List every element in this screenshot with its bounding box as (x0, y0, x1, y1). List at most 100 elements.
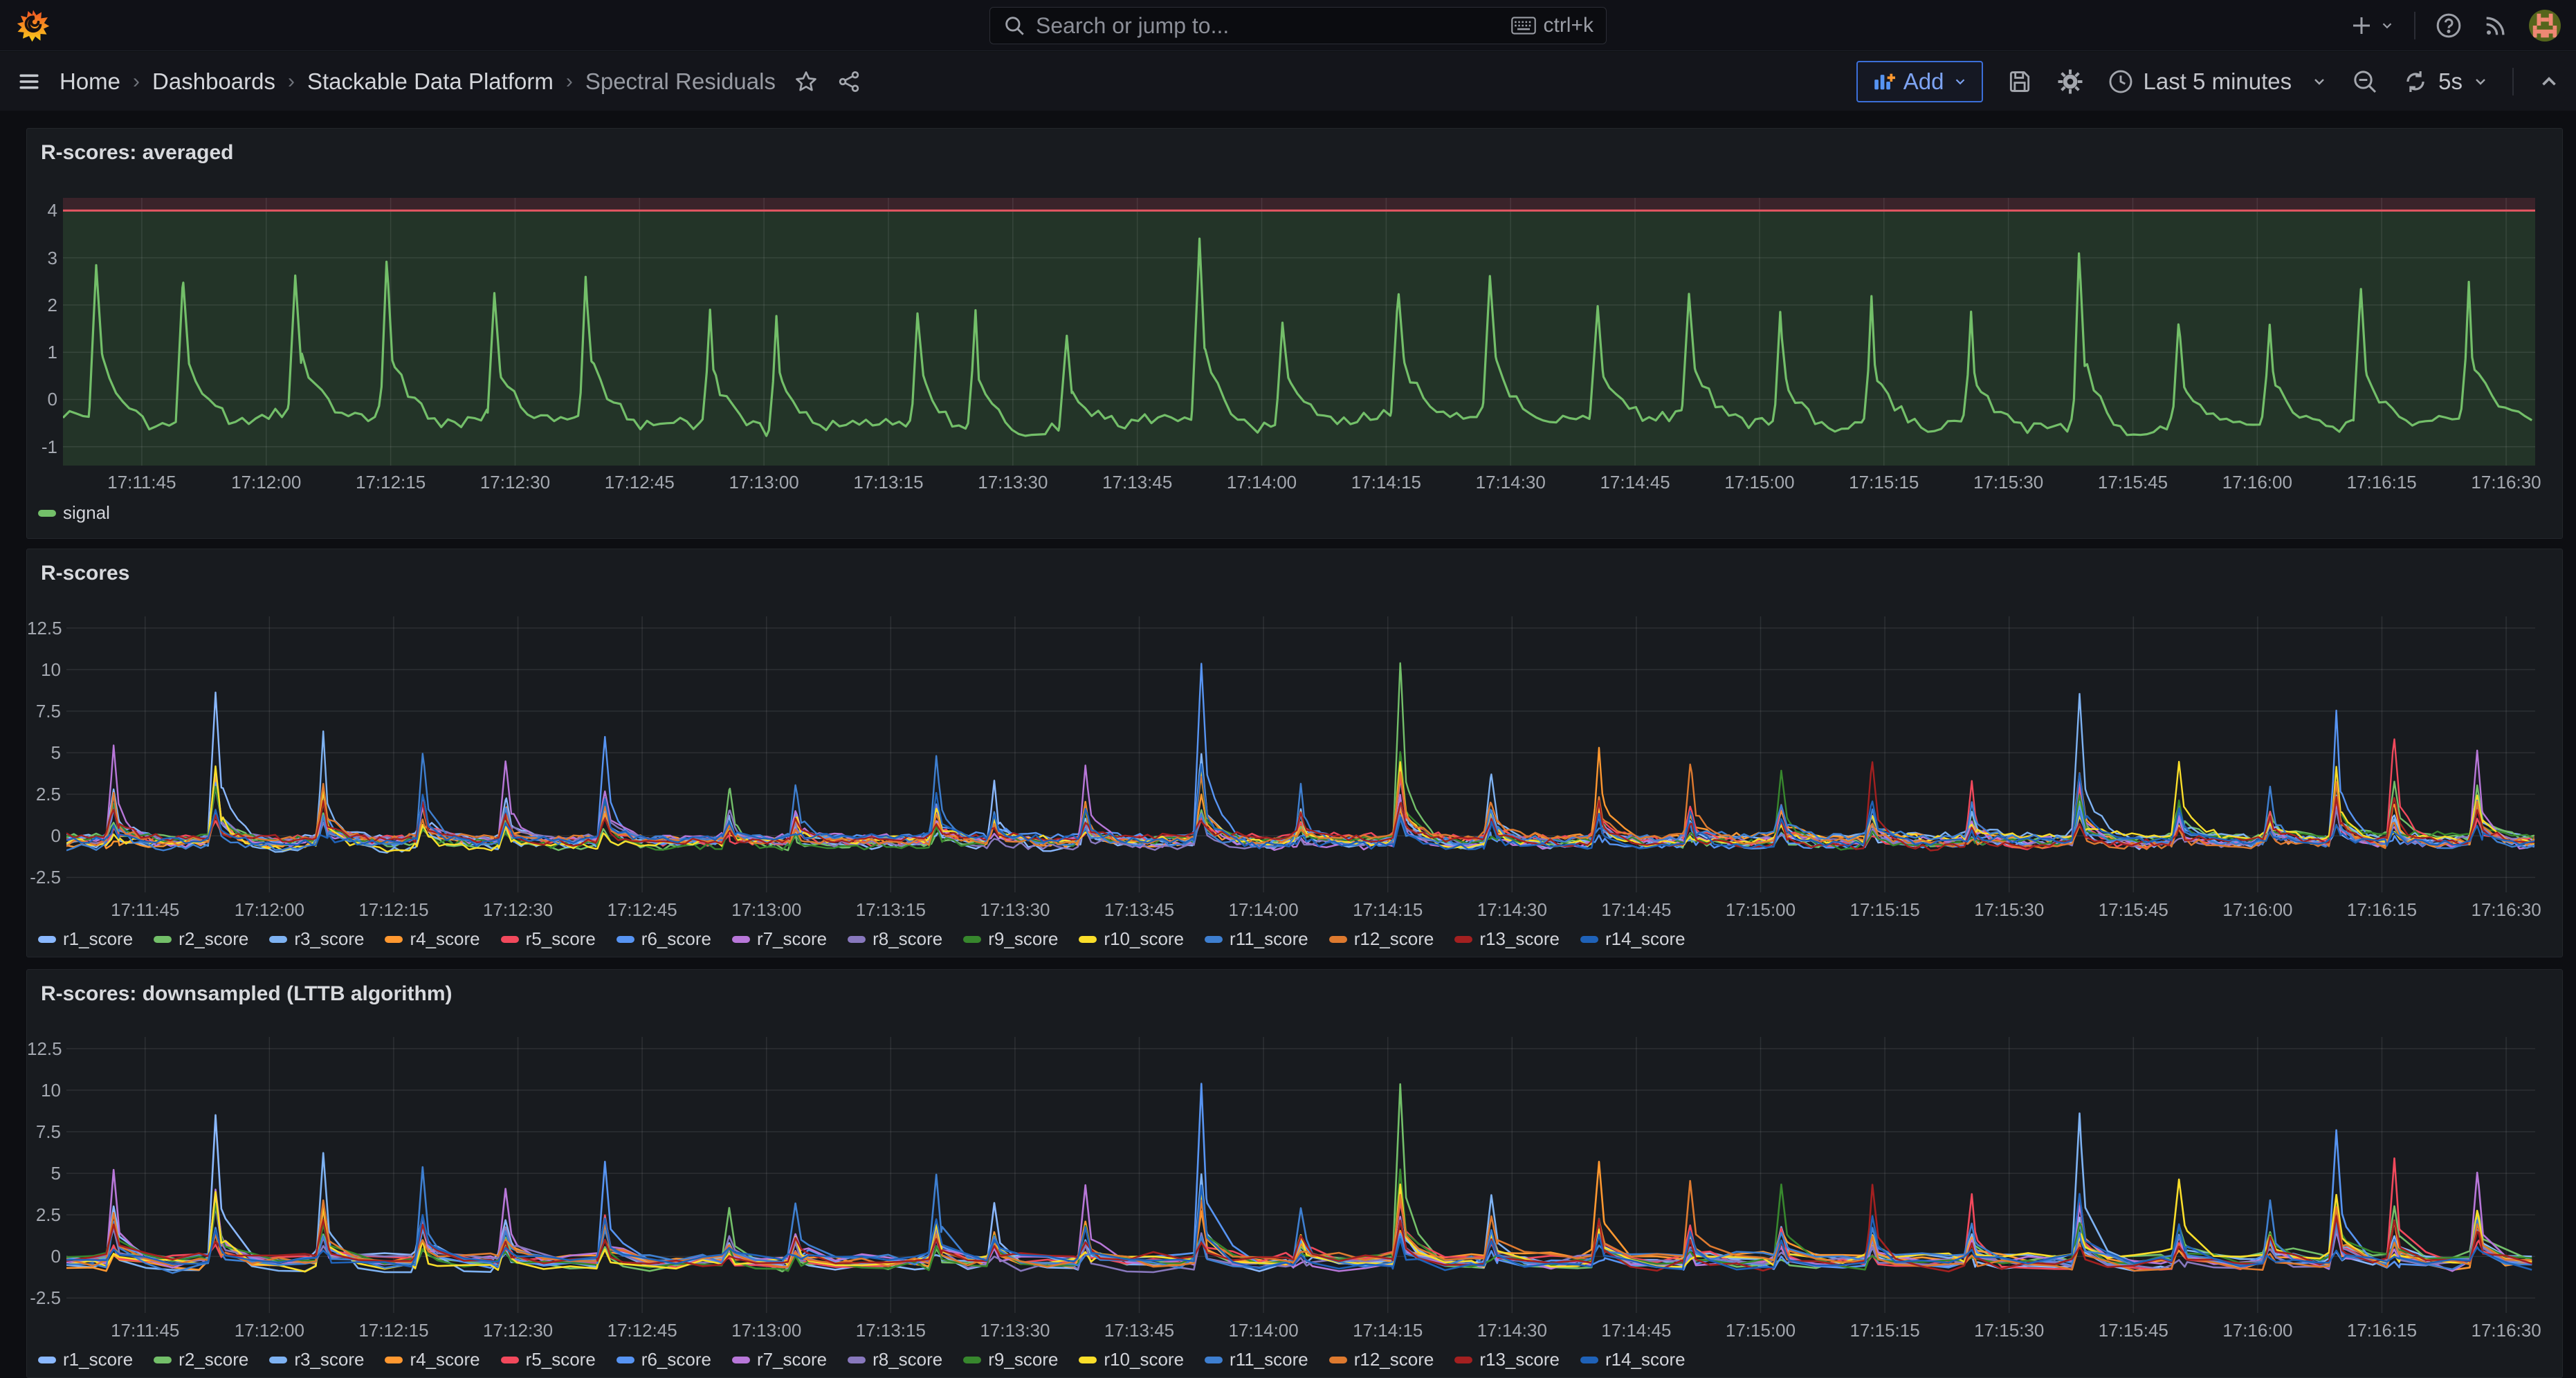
legend-item-r9_score[interactable]: r9_score (963, 928, 1058, 950)
search-input[interactable] (1036, 13, 1501, 39)
legend-label: r4_score (410, 928, 479, 950)
legend-item-r7_score[interactable]: r7_score (732, 928, 827, 950)
legend-item-r7_score[interactable]: r7_score (732, 1349, 827, 1370)
chart-plot-area[interactable] (66, 1037, 2535, 1313)
time-range-picker[interactable]: Last 5 minutes (2108, 68, 2328, 95)
panel-r-scores-averaged[interactable]: R-scores: averaged 43210-1 17:11:4517:12… (26, 128, 2563, 539)
panel-title[interactable]: R-scores (41, 562, 129, 585)
breadcrumb-item[interactable]: Stackable Data Platform (307, 68, 554, 95)
legend-item-r5_score[interactable]: r5_score (501, 928, 596, 950)
legend-item-r10_score[interactable]: r10_score (1079, 1349, 1184, 1370)
legend-item-r13_score[interactable]: r13_score (1454, 1349, 1560, 1370)
legend-item-r12_score[interactable]: r12_score (1329, 928, 1434, 950)
legend-item-r4_score[interactable]: r4_score (385, 1349, 479, 1370)
y-axis: 43210-1 (27, 198, 57, 466)
chart-plot-area[interactable] (66, 616, 2535, 892)
legend-item-r6_score[interactable]: r6_score (616, 928, 711, 950)
help-icon[interactable] (2435, 12, 2463, 39)
grafana-logo-icon[interactable] (17, 9, 50, 42)
legend-swatch (269, 1357, 287, 1363)
series-r14_score (66, 1186, 2532, 1271)
x-tick-label: 17:12:00 (235, 899, 304, 921)
legend-swatch (1079, 1357, 1097, 1363)
legend-item-r8_score[interactable]: r8_score (848, 1349, 942, 1370)
x-tick-label: 17:14:15 (1353, 1320, 1423, 1341)
legend-item-r11_score[interactable]: r11_score (1205, 928, 1308, 950)
legend-item-r4_score[interactable]: r4_score (385, 928, 479, 950)
legend-item-r8_score[interactable]: r8_score (848, 928, 942, 950)
legend-item-signal[interactable]: signal (38, 502, 110, 524)
legend-item-r11_score[interactable]: r11_score (1205, 1349, 1308, 1370)
search-box[interactable]: ctrl+k (989, 7, 1607, 44)
legend-item-r14_score[interactable]: r14_score (1580, 1349, 1686, 1370)
legend-item-r10_score[interactable]: r10_score (1079, 928, 1184, 950)
legend-item-r3_score[interactable]: r3_score (269, 928, 364, 950)
chevron-down-icon (1953, 74, 1968, 89)
share-icon[interactable] (837, 69, 861, 94)
legend-swatch (385, 1357, 403, 1363)
clock-icon (2108, 68, 2134, 95)
chart-canvas[interactable] (63, 198, 2535, 466)
legend-item-r2_score[interactable]: r2_score (154, 928, 248, 950)
x-tick-label: 17:14:30 (1477, 1320, 1547, 1341)
chart-canvas[interactable] (66, 1037, 2535, 1313)
y-tick-label: 1 (27, 342, 57, 363)
zoom-out-icon[interactable] (2351, 68, 2379, 95)
chart-canvas[interactable] (66, 616, 2535, 892)
chart-plot-area[interactable] (63, 198, 2535, 466)
legend-item-r9_score[interactable]: r9_score (963, 1349, 1058, 1370)
panel-title[interactable]: R-scores: averaged (41, 141, 233, 165)
x-tick-label: 17:13:00 (729, 472, 799, 493)
save-icon[interactable] (2007, 68, 2033, 95)
add-button[interactable]: Add (1856, 61, 1983, 102)
panel-r-scores[interactable]: R-scores 12.5107.552.50-2.5 17:11:4517:1… (26, 549, 2563, 957)
legend-label: r3_score (294, 928, 364, 950)
gear-icon[interactable] (2056, 68, 2084, 95)
legend-item-r1_score[interactable]: r1_score (38, 928, 133, 950)
legend-item-r5_score[interactable]: r5_score (501, 1349, 596, 1370)
legend-item-r12_score[interactable]: r12_score (1329, 1349, 1434, 1370)
y-axis: 12.5107.552.50-2.5 (27, 616, 61, 892)
legend-swatch (848, 936, 866, 943)
breadcrumb-item[interactable]: Home (60, 68, 120, 95)
y-tick-label: 5 (27, 742, 61, 764)
news-icon[interactable] (2482, 12, 2510, 39)
legend-swatch (963, 1357, 981, 1363)
legend-swatch (1079, 936, 1097, 943)
x-tick-label: 17:15:00 (1726, 1320, 1796, 1341)
legend-item-r6_score[interactable]: r6_score (616, 1349, 711, 1370)
x-tick-label: 17:11:45 (111, 1320, 179, 1341)
breadcrumb-separator-icon: › (566, 70, 573, 93)
panel-title[interactable]: R-scores: downsampled (LTTB algorithm) (41, 982, 452, 1006)
legend-label: r14_score (1605, 928, 1686, 950)
dashboard-toolbar: Home›Dashboards›Stackable Data Platform›… (0, 52, 2576, 111)
legend-item-r14_score[interactable]: r14_score (1580, 928, 1686, 950)
y-tick-label: 2 (27, 295, 57, 316)
x-tick-label: 17:15:45 (2098, 472, 2168, 493)
breadcrumb-item[interactable]: Dashboards (152, 68, 275, 95)
y-tick-label: 7.5 (27, 701, 61, 722)
x-tick-label: 17:13:30 (980, 1320, 1050, 1341)
legend-item-r13_score[interactable]: r13_score (1454, 928, 1560, 950)
breadcrumb: Home›Dashboards›Stackable Data Platform›… (60, 68, 776, 95)
legend-swatch (1454, 1357, 1472, 1363)
search-icon (1003, 14, 1026, 37)
refresh-picker[interactable]: 5s (2402, 68, 2489, 95)
menu-icon[interactable] (17, 69, 42, 94)
avatar[interactable] (2529, 10, 2561, 42)
panel-r-scores-downsampled[interactable]: R-scores: downsampled (LTTB algorithm) 1… (26, 969, 2563, 1378)
x-tick-label: 17:12:15 (358, 899, 428, 921)
legend-label: r1_score (63, 1349, 133, 1370)
legend-item-r1_score[interactable]: r1_score (38, 1349, 133, 1370)
x-tick-label: 17:15:45 (2099, 899, 2168, 921)
chevron-up-icon[interactable] (2537, 70, 2561, 93)
legend-item-r3_score[interactable]: r3_score (269, 1349, 364, 1370)
legend-swatch (38, 1357, 56, 1363)
chevron-down-icon (2311, 73, 2328, 90)
breadcrumb-item[interactable]: Spectral Residuals (585, 68, 776, 95)
new-button[interactable] (2349, 13, 2395, 38)
legend-item-r2_score[interactable]: r2_score (154, 1349, 248, 1370)
star-icon[interactable] (794, 69, 819, 94)
x-tick-label: 17:16:15 (2347, 472, 2417, 493)
x-tick-label: 17:13:30 (980, 899, 1050, 921)
